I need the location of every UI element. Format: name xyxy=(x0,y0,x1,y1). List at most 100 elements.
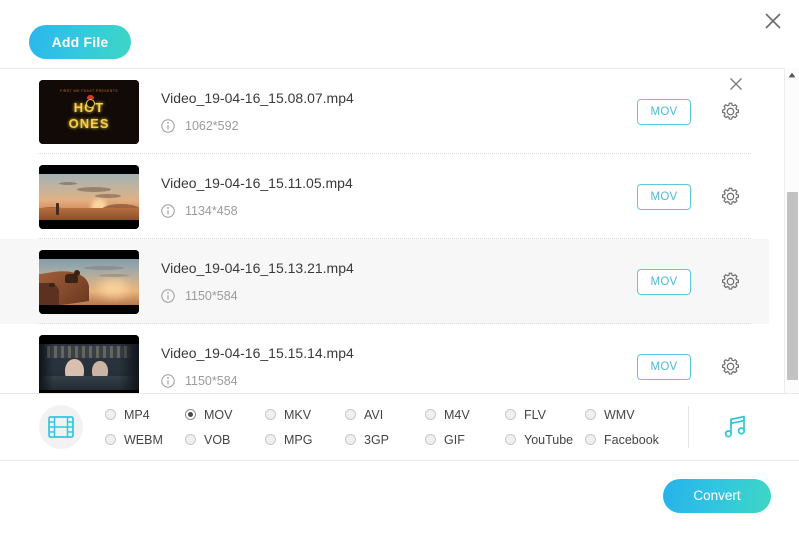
thumb-sun-glow xyxy=(99,279,129,297)
info-icon xyxy=(161,204,175,218)
row-settings-button[interactable] xyxy=(715,97,745,127)
format-option-label: VOB xyxy=(204,433,230,447)
thumb-shadow xyxy=(39,344,53,390)
row-format-button[interactable]: MOV xyxy=(637,99,691,125)
audio-format-tab[interactable] xyxy=(713,405,757,449)
bottom-bar: Convert xyxy=(0,460,799,534)
letterbox-bar xyxy=(39,220,139,229)
remove-file-button[interactable] xyxy=(727,75,745,93)
format-option-youtube[interactable]: YouTube xyxy=(505,427,585,452)
letterbox-bar xyxy=(39,305,139,314)
thumb-title-line2: ONES xyxy=(39,116,139,131)
file-meta: Video_19-04-16_15.13.21.mp4 1150*584 xyxy=(161,260,637,303)
format-option-label: MPG xyxy=(284,433,312,447)
radio-icon xyxy=(265,434,276,445)
row-settings-button[interactable] xyxy=(715,267,745,297)
format-option-label: Facebook xyxy=(604,433,659,447)
format-option-mkv[interactable]: MKV xyxy=(265,402,345,427)
file-name: Video_19-04-16_15.11.05.mp4 xyxy=(161,175,637,191)
thumb-figure xyxy=(56,203,59,215)
letterbox-bar xyxy=(39,390,139,394)
gear-icon xyxy=(720,186,741,207)
row-settings-button[interactable] xyxy=(715,352,745,382)
thumb-cub xyxy=(49,283,55,287)
list-scrollbar[interactable] xyxy=(784,68,799,393)
video-thumbnail xyxy=(39,335,139,394)
format-option-label: AVI xyxy=(364,408,383,422)
file-resolution: 1062*592 xyxy=(185,119,239,133)
format-option-mpg[interactable]: MPG xyxy=(265,427,345,452)
file-resolution-line: 1150*584 xyxy=(161,289,637,303)
file-meta: Video_19-04-16_15.11.05.mp4 1134*458 xyxy=(161,175,637,218)
format-option-m4v[interactable]: M4V xyxy=(425,402,505,427)
format-option-flv[interactable]: FLV xyxy=(505,402,585,427)
divider xyxy=(688,406,689,448)
close-icon xyxy=(764,12,782,30)
file-list-inner: FIRST WE FEAST PRESENTS HOT ONES Video_1… xyxy=(0,69,769,393)
format-option-avi[interactable]: AVI xyxy=(345,402,425,427)
top-toolbar: Add File xyxy=(0,0,799,68)
converter-window: Add File FIRST WE FEAST PRESENTS HOT ONE… xyxy=(0,0,799,534)
format-option-vob[interactable]: VOB xyxy=(185,427,265,452)
format-option-3gp[interactable]: 3GP xyxy=(345,427,425,452)
row-format-button[interactable]: MOV xyxy=(637,269,691,295)
file-meta: Video_19-04-16_15.08.07.mp4 1062*592 xyxy=(161,90,637,133)
letterbox-bar xyxy=(39,165,139,174)
file-meta: Video_19-04-16_15.15.14.mp4 1150*584 xyxy=(161,345,637,388)
format-option-label: YouTube xyxy=(524,433,573,447)
thumb-lion xyxy=(65,274,78,283)
format-option-label: M4V xyxy=(444,408,470,422)
thumb-tagline: FIRST WE FEAST PRESENTS xyxy=(39,89,139,93)
file-resolution: 1150*584 xyxy=(185,374,238,388)
close-icon xyxy=(729,77,743,91)
format-option-mov[interactable]: MOV xyxy=(185,402,265,427)
format-option-gif[interactable]: GIF xyxy=(425,427,505,452)
video-thumbnail xyxy=(39,250,139,314)
table-row[interactable]: Video_19-04-16_15.13.21.mp4 1150*584 MOV xyxy=(0,239,769,324)
thumb-decor-comb xyxy=(87,95,94,99)
video-format-tab[interactable] xyxy=(39,405,83,449)
thumb-cloud xyxy=(77,187,111,192)
format-option-label: WEBM xyxy=(124,433,163,447)
letterbox-bar xyxy=(39,250,139,259)
radio-icon xyxy=(185,434,196,445)
radio-icon xyxy=(105,409,116,420)
format-selector-bar: MP4 MOV MKV AVI M4V FLV xyxy=(0,393,799,460)
add-file-button[interactable]: Add File xyxy=(29,25,131,59)
file-resolution-line: 1062*592 xyxy=(161,119,637,133)
format-option-label: FLV xyxy=(524,408,546,422)
window-close-button[interactable] xyxy=(756,4,790,38)
row-format-button[interactable]: MOV xyxy=(637,354,691,380)
thumb-cloud xyxy=(84,266,124,270)
scroll-up-button[interactable] xyxy=(785,68,799,82)
thumb-ground xyxy=(39,208,139,220)
table-row[interactable]: FIRST WE FEAST PRESENTS HOT ONES Video_1… xyxy=(0,69,769,154)
convert-button[interactable]: Convert xyxy=(663,479,771,513)
gear-icon xyxy=(720,356,741,377)
radio-icon xyxy=(345,434,356,445)
format-options-grid: MP4 MOV MKV AVI M4V FLV xyxy=(105,402,688,452)
radio-icon xyxy=(585,434,596,445)
file-resolution-line: 1134*458 xyxy=(161,204,637,218)
info-icon xyxy=(161,374,175,388)
thumb-cloud xyxy=(99,274,129,277)
radio-icon xyxy=(425,409,436,420)
row-format-button[interactable]: MOV xyxy=(637,184,691,210)
gear-icon xyxy=(720,101,741,122)
scrollbar-thumb[interactable] xyxy=(787,192,798,380)
thumb-decor-circle xyxy=(86,99,95,108)
chevron-up-icon xyxy=(788,72,796,78)
table-row[interactable]: Video_19-04-16_15.15.14.mp4 1150*584 MOV xyxy=(0,324,769,393)
format-option-facebook[interactable]: Facebook xyxy=(585,427,665,452)
file-resolution-line: 1150*584 xyxy=(161,374,637,388)
radio-icon xyxy=(105,434,116,445)
video-thumbnail: FIRST WE FEAST PRESENTS HOT ONES xyxy=(39,80,139,144)
thumb-shadow xyxy=(119,344,139,390)
format-option-label: 3GP xyxy=(364,433,389,447)
format-option-mp4[interactable]: MP4 xyxy=(105,402,185,427)
row-settings-button[interactable] xyxy=(715,182,745,212)
table-row[interactable]: Video_19-04-16_15.11.05.mp4 1134*458 MOV xyxy=(0,154,769,239)
radio-icon xyxy=(185,409,196,420)
format-option-wmv[interactable]: WMV xyxy=(585,402,665,427)
format-option-webm[interactable]: WEBM xyxy=(105,427,185,452)
